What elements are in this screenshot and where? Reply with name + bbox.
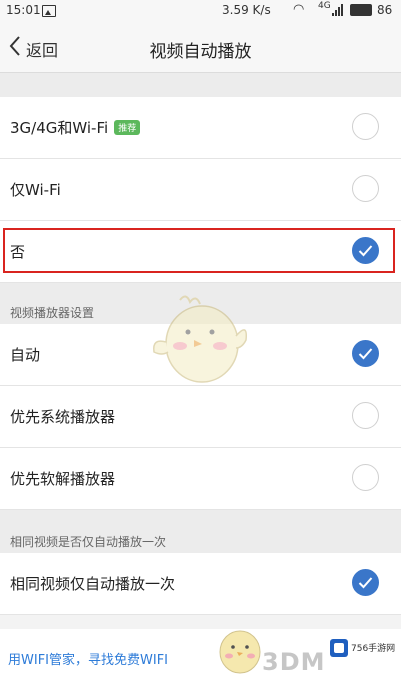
battery-icon: [350, 4, 372, 16]
section-header: 相同视频是否仅自动播放一次: [0, 510, 401, 553]
player-software[interactable]: 优先软解播放器: [0, 448, 401, 510]
radio-button[interactable]: [352, 175, 379, 202]
section-title: 视频播放器设置: [10, 306, 95, 320]
mascot-watermark-icon: [153, 295, 248, 383]
mascot-small-icon: [219, 630, 261, 674]
radio-button[interactable]: [352, 113, 379, 140]
watermark-3dm: 3DM: [262, 648, 326, 676]
recommend-badge: 推荐: [114, 120, 141, 135]
player-system[interactable]: 优先系统播放器: [0, 386, 401, 448]
wifi-icon: ◠: [293, 2, 305, 17]
signal-bars-icon: [332, 4, 343, 16]
image-notification-icon: [42, 5, 56, 17]
radio-button[interactable]: [352, 402, 379, 429]
status-bar: 15:01 3.59 K/s ◠ 4G 86: [0, 0, 401, 22]
site-logo: 756手游网: [330, 636, 396, 662]
option-label: 3G/4G和Wi-Fi: [10, 119, 109, 137]
network-speed: 3.59 K/s: [222, 3, 271, 17]
option-wifi-only[interactable]: 仅Wi-Fi: [0, 159, 401, 221]
banner-text[interactable]: 用WIFI管家，寻找免费WIFI: [8, 649, 168, 668]
radio-button-checked[interactable]: [352, 340, 379, 367]
section-gap: [0, 73, 401, 97]
option-label: 相同视频仅自动播放一次: [10, 575, 176, 593]
battery-level: 86: [377, 3, 393, 17]
logo-icon: [330, 639, 348, 657]
signal-type: 4G: [318, 1, 331, 11]
check-icon: [358, 577, 373, 589]
option-label: 优先系统播放器: [10, 408, 116, 426]
page-title: 视频自动播放: [149, 42, 252, 62]
radio-button-checked[interactable]: [352, 569, 379, 596]
logo-text: 756手游网: [351, 644, 396, 654]
same-video-once[interactable]: 相同视频仅自动播放一次: [0, 553, 401, 615]
option-label: 优先软解播放器: [10, 470, 116, 488]
top-app-bar: 返回 视频自动播放: [0, 22, 401, 73]
highlight-box: [3, 228, 395, 273]
option-label: 仅Wi-Fi: [10, 181, 61, 199]
check-icon: [358, 348, 373, 360]
status-time: 15:01: [6, 3, 41, 17]
option-label: 自动: [10, 346, 41, 364]
section-title: 相同视频是否仅自动播放一次: [10, 535, 167, 549]
radio-button[interactable]: [352, 464, 379, 491]
option-3g4g-wifi[interactable]: 3G/4G和Wi-Fi 推荐: [0, 97, 401, 159]
